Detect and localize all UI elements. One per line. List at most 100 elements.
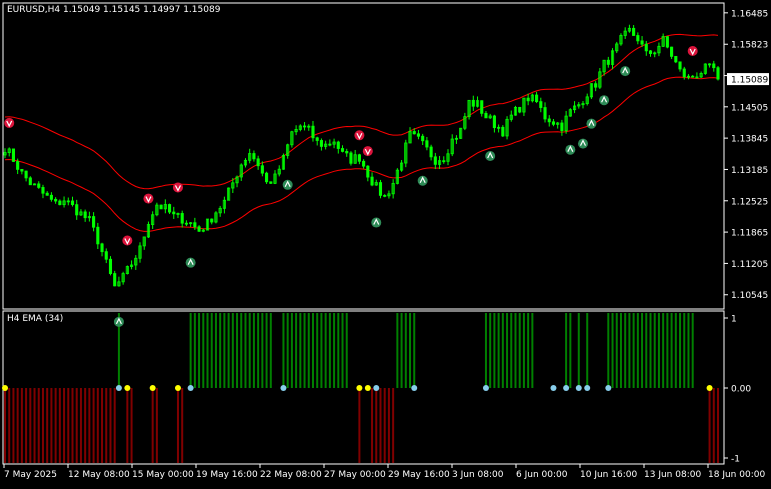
candle-body [429, 146, 433, 158]
candle-body [58, 200, 62, 206]
candle-body [54, 198, 58, 202]
bear-signal-dot [706, 385, 713, 391]
candle-body [197, 226, 201, 232]
candle-body [691, 75, 695, 78]
candle-body [362, 160, 366, 167]
candle-body [252, 153, 256, 160]
candle-body [20, 168, 24, 172]
candle-body [492, 115, 496, 129]
candle-body [11, 148, 15, 162]
bear-signal-dot [356, 385, 363, 391]
candle-body [632, 27, 636, 36]
bear-signal-dot [2, 385, 8, 391]
bull-signal-dot [115, 385, 122, 391]
candle-body [83, 211, 87, 219]
candle-body [416, 133, 421, 137]
time-axis-label: 7 May 2025 [4, 470, 57, 480]
candle-body [75, 204, 79, 216]
candle-body [484, 112, 488, 119]
price-axis-label: 1.13845 [731, 135, 768, 145]
candle-body [349, 152, 353, 164]
price-axis-label: 1.14505 [731, 103, 768, 113]
candle-body [526, 97, 530, 102]
candle-body [24, 170, 28, 179]
candle-body [159, 204, 163, 210]
candle-body [471, 99, 475, 107]
candle-body [547, 118, 551, 123]
candle-body [425, 140, 429, 148]
indicator-axis-label: -1 [731, 455, 740, 465]
time-axis-label: 10 Jun 16:00 [580, 470, 637, 480]
candle-body [370, 176, 374, 186]
price-axis-label: 1.11205 [731, 260, 768, 270]
bull-signal-dot [482, 385, 489, 391]
candle-body [37, 183, 41, 188]
candle-body [535, 94, 539, 103]
price-axis-label: 1.10545 [731, 291, 768, 301]
bear-signal-dot [149, 385, 156, 391]
time-axis-label: 3 Jun 08:00 [452, 470, 504, 480]
candle-body [172, 211, 176, 215]
bull-signal-dot [584, 385, 591, 391]
time-axis-label: 29 May 16:00 [388, 470, 450, 480]
bull-signal-dot [575, 385, 582, 391]
candle-body [560, 122, 564, 132]
candle-body [480, 100, 484, 114]
price-axis-label: 1.16485 [731, 9, 768, 19]
indicator-axis-label: 1 [731, 315, 737, 325]
chart-canvas[interactable]: 1.16485 1.15823 1.14505 1.13845 1.13185 1.125… [0, 0, 771, 485]
candle-body [180, 213, 184, 224]
chart-symbol-header: EURUSD,H4 1.15049 1.15145 1.14997 1.1508… [7, 5, 221, 15]
candle-body [640, 40, 644, 45]
candle-body [113, 273, 117, 287]
candle-body [712, 63, 716, 69]
candle-body [421, 135, 425, 142]
trading-chart-window[interactable]: 1.16485 1.15823 1.14505 1.13845 1.13185 1.125… [0, 0, 771, 485]
time-axis-label: 19 May 16:00 [196, 470, 258, 480]
candle-body [366, 165, 370, 178]
candle-body [378, 182, 383, 196]
indicator-axis-label: 0.00 [731, 385, 751, 395]
candle-body [96, 226, 100, 245]
candle-body [648, 50, 653, 54]
candle-body [340, 148, 345, 152]
time-axis-label: 12 May 08:00 [68, 470, 130, 480]
candle-body [311, 125, 315, 139]
candle-body [319, 140, 323, 147]
bear-signal-dot [174, 385, 181, 391]
candle-body [256, 158, 260, 167]
candle-body [328, 143, 332, 146]
candle-body [682, 68, 686, 78]
candle-body [539, 101, 543, 108]
bull-signal-dot [550, 385, 557, 391]
bull-signal-dot [411, 385, 418, 391]
time-axis-label: 27 May 00:00 [324, 470, 386, 480]
candle-body [184, 222, 188, 225]
candle-body [100, 243, 104, 253]
time-axis-label: 15 May 00:00 [132, 470, 194, 480]
candle-body [412, 131, 416, 135]
time-axis-label: 6 Jun 00:00 [516, 470, 568, 480]
time-axis-label: 18 Jun 00:00 [708, 470, 765, 480]
time-axis-label: 22 May 08:00 [260, 470, 322, 480]
candle-body [315, 137, 319, 141]
candle-body [92, 216, 96, 228]
candle-body [345, 151, 349, 154]
candle-body [45, 192, 49, 196]
bull-signal-dot [187, 385, 194, 391]
candle-body [433, 156, 437, 165]
candle-body [260, 165, 264, 174]
candle-body [551, 121, 556, 125]
current-price-label: 1.15089 [731, 76, 768, 86]
candle-body [49, 194, 53, 200]
price-axis-label: 1.13185 [731, 166, 768, 176]
candle-body [104, 251, 108, 260]
candle-body [28, 177, 32, 186]
candle-body [644, 43, 648, 52]
candle-body [678, 61, 682, 70]
candle-body [336, 141, 340, 149]
candle-body [16, 161, 20, 170]
price-axis-label: 1.12525 [731, 197, 768, 207]
candle-body [357, 154, 361, 162]
candle-body [210, 218, 214, 223]
